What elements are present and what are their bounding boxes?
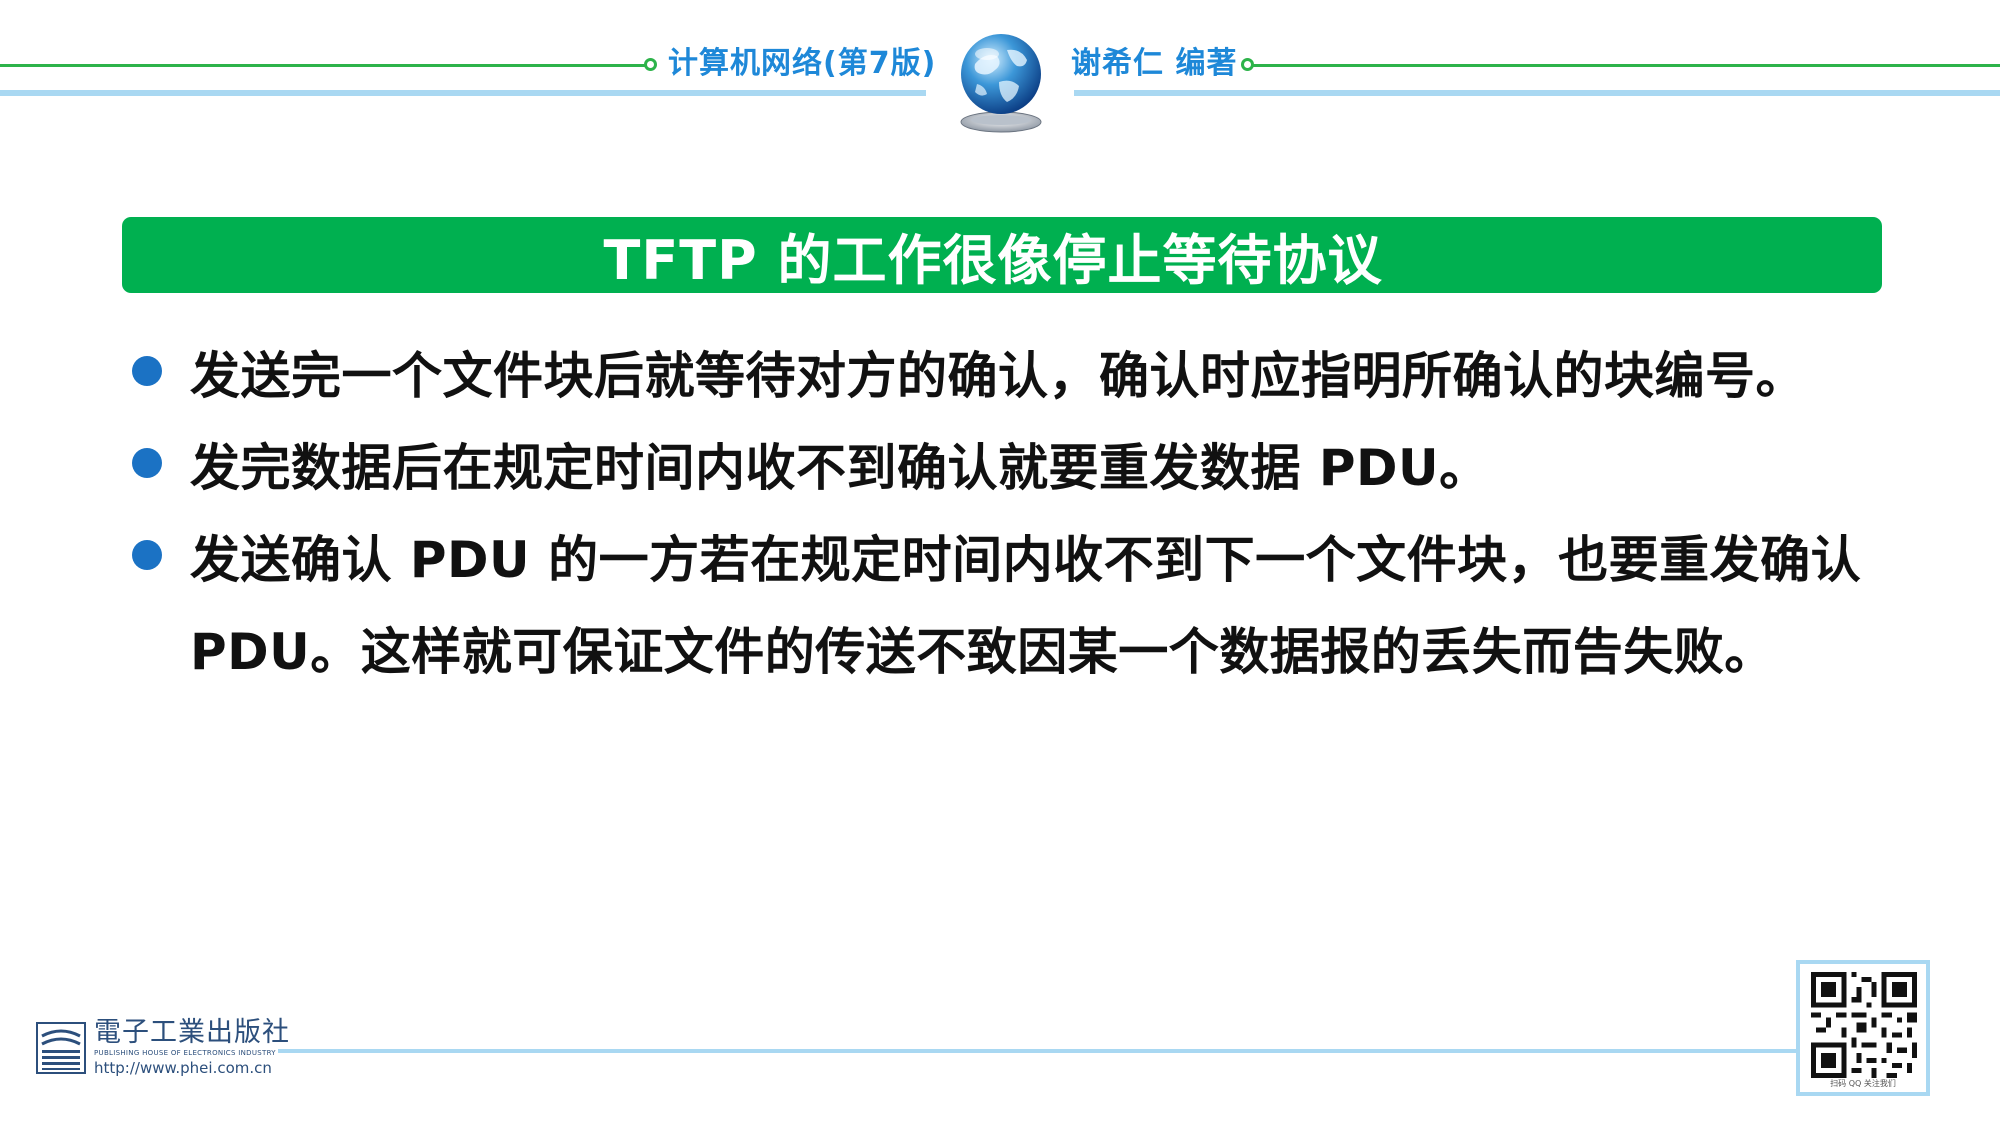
- publisher-logo-icon: [36, 1022, 86, 1074]
- qr-code-box: 扫码 QQ 关注我们: [1796, 960, 1930, 1096]
- header-dot-left: [644, 58, 657, 71]
- footer-divider: [278, 1049, 1798, 1053]
- header-line-right-green: [1253, 64, 2000, 67]
- globe-icon: [955, 30, 1047, 134]
- qr-code-icon: [1811, 972, 1917, 1078]
- slide: 计算机网络(第7版) 谢希仁 编著 TFTP 的工作很像停止等待协议 发送完一个…: [0, 0, 2000, 1125]
- publisher-english-name: PUBLISHING HOUSE OF ELECTRONICS INDUSTRY: [94, 1049, 276, 1057]
- author-name: 谢希仁 编著: [1071, 46, 1238, 81]
- slide-title-bar: TFTP 的工作很像停止等待协议: [122, 217, 1882, 293]
- bullet-item: 发送完一个文件块后就等待对方的确认，确认时应指明所确认的块编号。: [128, 330, 1888, 422]
- bullet-text: 发完数据后在规定时间内收不到确认就要重发数据 PDU。: [190, 439, 1490, 497]
- bullet-item: 发完数据后在规定时间内收不到确认就要重发数据 PDU。: [128, 422, 1888, 514]
- bullet-dot-icon: [132, 448, 162, 478]
- bullet-list: 发送完一个文件块后就等待对方的确认，确认时应指明所确认的块编号。 发完数据后在规…: [128, 330, 1888, 698]
- header-line-right-blue: [1074, 90, 2000, 96]
- book-title: 计算机网络(第7版): [668, 46, 937, 81]
- qr-caption: 扫码 QQ 关注我们: [1830, 1079, 1896, 1088]
- publisher-url: http://www.phei.com.cn: [94, 1059, 272, 1077]
- publisher-name: 電子工業出版社: [94, 1017, 290, 1048]
- bullet-dot-icon: [132, 356, 162, 386]
- publisher-block: 電子工業出版社 PUBLISHING HOUSE OF ELECTRONICS …: [36, 1018, 289, 1080]
- slide-title: TFTP 的工作很像停止等待协议: [603, 228, 1383, 292]
- bullet-dot-icon: [132, 540, 162, 570]
- bullet-text: 发送完一个文件块后就等待对方的确认，确认时应指明所确认的块编号。: [190, 347, 1806, 405]
- bullet-item: 发送确认 PDU 的一方若在规定时间内收不到下一个文件块，也要重发确认 PDU。…: [128, 514, 1888, 698]
- header-line-left-blue: [0, 90, 926, 96]
- bullet-text: 发送确认 PDU 的一方若在规定时间内收不到下一个文件块，也要重发确认 PDU。…: [190, 531, 1862, 681]
- header-line-left-green: [0, 64, 645, 67]
